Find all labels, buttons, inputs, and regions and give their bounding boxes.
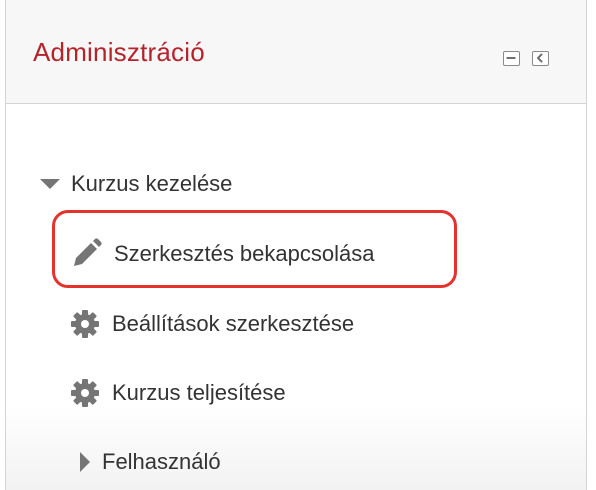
block-title: Adminisztráció xyxy=(33,37,205,67)
minus-box-icon xyxy=(506,57,516,59)
nav-item-label: Beállítások szerkesztése xyxy=(112,311,355,336)
block-header: Adminisztráció xyxy=(6,0,586,104)
nav-node-label: Kurzus kezelése xyxy=(71,171,233,196)
nav-item-course-completion[interactable]: Kurzus teljesítése xyxy=(68,373,286,413)
pencil-icon xyxy=(68,236,104,272)
triangle-down-icon xyxy=(39,177,61,191)
nav-item-edit-settings[interactable]: Beállítások szerkesztése xyxy=(68,304,354,344)
nav-node-course-administration[interactable]: Kurzus kezelése xyxy=(39,164,232,204)
dock-left-icon xyxy=(537,53,543,63)
nav-node-users[interactable]: Felhasználó xyxy=(78,442,221,482)
nav-item-label: Szerkesztés bekapcsolása xyxy=(114,241,375,266)
triangle-right-icon xyxy=(78,451,92,473)
dock-block-button[interactable] xyxy=(532,51,549,66)
nav-node-label: Felhasználó xyxy=(102,449,221,474)
minimize-block-button[interactable] xyxy=(503,51,520,66)
block-content: Kurzus kezelése Szerkesztés bekapcsolása xyxy=(6,105,586,490)
nav-item-label: Kurzus teljesítése xyxy=(112,380,286,405)
administration-block: Adminisztráció Kurzus kezelése Szerkeszt… xyxy=(5,0,587,490)
gear-icon xyxy=(68,307,102,341)
gear-icon xyxy=(68,376,102,410)
nav-item-turn-editing-on[interactable]: Szerkesztés bekapcsolása xyxy=(68,234,374,274)
